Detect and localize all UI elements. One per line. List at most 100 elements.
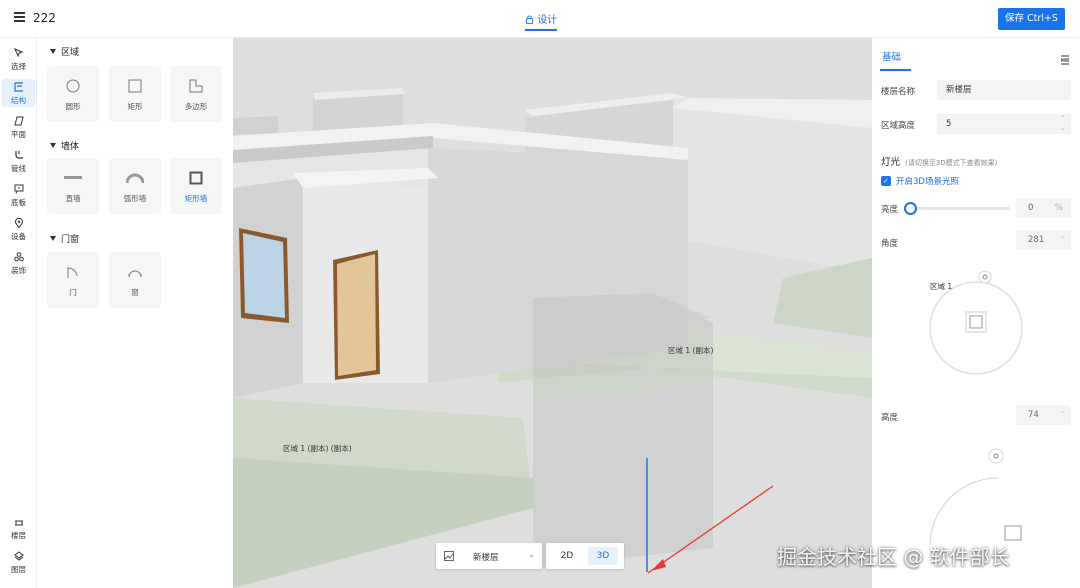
brightness-label: 亮度 bbox=[881, 205, 899, 215]
menu-icon[interactable] bbox=[14, 12, 26, 22]
component-rect-wall[interactable]: 矩形墙 bbox=[170, 158, 222, 214]
tool-device[interactable]: 设备 bbox=[2, 215, 35, 243]
straight-wall-icon bbox=[64, 176, 82, 179]
angle-label: 角度 bbox=[881, 239, 899, 249]
area-height-label: 区域高度 bbox=[881, 121, 916, 131]
circle-icon bbox=[66, 79, 80, 93]
section-area-title: 区域 bbox=[61, 48, 80, 58]
tool-plane-label: 平面 bbox=[11, 130, 26, 139]
brightness-slider-track[interactable] bbox=[910, 207, 1010, 210]
tool-floors[interactable]: 楼层 bbox=[2, 514, 35, 542]
tool-select[interactable]: 选择 bbox=[2, 45, 35, 73]
brightness-input[interactable]: 0 % bbox=[1016, 198, 1071, 218]
light-enable-checkbox[interactable]: ✓ bbox=[881, 176, 891, 186]
height-label: 高度 bbox=[881, 413, 899, 423]
tool-pipeline[interactable]: 管线 bbox=[2, 147, 35, 175]
rect-wall-icon bbox=[189, 171, 203, 185]
floor-select[interactable]: 新楼层 ⌄ bbox=[436, 543, 542, 569]
brightness-slider-handle[interactable] bbox=[904, 202, 917, 215]
height-value: 74 bbox=[1028, 410, 1039, 420]
stepper-arrows-icon[interactable]: ⌃ ⌄ bbox=[1060, 114, 1065, 134]
angle-dial-area-label: 区域 1 bbox=[930, 282, 953, 291]
component-straight-wall[interactable]: 直墙 bbox=[47, 158, 99, 214]
tool-decoration[interactable]: 装饰 bbox=[2, 249, 35, 277]
component-polygon-label: 多边形 bbox=[184, 102, 208, 111]
component-arc-wall-label: 弧形墙 bbox=[123, 194, 147, 203]
floor-image-icon bbox=[444, 551, 454, 564]
collapse-triangle-icon bbox=[50, 236, 56, 241]
tab-design[interactable]: 设计 bbox=[525, 11, 558, 31]
area-height-input[interactable]: 5 ⌃ ⌄ bbox=[937, 114, 1071, 134]
component-straight-wall-label: 直墙 bbox=[65, 194, 81, 203]
component-rectangle-label: 矩形 bbox=[127, 102, 143, 111]
window-icon bbox=[128, 270, 142, 278]
tool-rail: 选择 结构 平面 管线 底板 设备 装饰 楼层 图层 bbox=[0, 38, 37, 588]
tab-design-label: 设计 bbox=[537, 15, 558, 26]
brightness-value: 0 bbox=[1028, 203, 1034, 213]
tool-floors-label: 楼层 bbox=[11, 531, 26, 540]
decoration-icon bbox=[2, 252, 35, 265]
component-circle-label: 圆形 bbox=[65, 102, 81, 111]
tool-baseboard-label: 底板 bbox=[11, 198, 26, 207]
tool-baseboard[interactable]: 底板 bbox=[2, 181, 35, 209]
plane-icon bbox=[2, 116, 35, 129]
floor-name-input[interactable]: 新楼层 bbox=[937, 80, 1071, 100]
pipeline-icon bbox=[2, 150, 35, 163]
tool-structure-label: 结构 bbox=[11, 96, 26, 105]
angle-dial[interactable] bbox=[872, 266, 1080, 406]
rectangle-icon bbox=[128, 79, 142, 93]
component-rectangle[interactable]: 矩形 bbox=[109, 66, 161, 122]
stepper-icon: ⌃ bbox=[1059, 411, 1065, 418]
area-height-value: 5 bbox=[946, 119, 952, 129]
tool-decoration-label: 装饰 bbox=[11, 266, 26, 275]
tool-layers[interactable]: 图层 bbox=[2, 548, 35, 576]
properties-panel: 基础 楼层名称 新楼层 区域高度 5 ⌃ ⌄ 灯光 (请切换至3D模式下查看效果)… bbox=[872, 38, 1080, 588]
layers-icon bbox=[2, 551, 35, 564]
component-window[interactable]: 窗 bbox=[109, 252, 161, 308]
tool-plane[interactable]: 平面 bbox=[2, 113, 35, 141]
arc-wall-icon bbox=[126, 173, 144, 184]
section-door-window-header[interactable]: 门窗 bbox=[50, 232, 79, 245]
component-circle[interactable]: 圆形 bbox=[47, 66, 99, 122]
area-label-copy-copy: 区域 1 (副本) (副本) bbox=[283, 444, 352, 453]
location-pin-icon bbox=[2, 217, 35, 231]
component-arc-wall[interactable]: 弧形墙 bbox=[109, 158, 161, 214]
component-rect-wall-label: 矩形墙 bbox=[184, 194, 208, 203]
section-wall-header[interactable]: 墙体 bbox=[50, 139, 79, 152]
section-wall-title: 墙体 bbox=[61, 142, 80, 152]
tool-layers-label: 图层 bbox=[11, 565, 26, 574]
section-area-header[interactable]: 区域 bbox=[50, 45, 79, 58]
3d-viewport[interactable]: 区域 1 (副本) 区域 1 (副本) (副本) 新楼层 ⌄ 2D 3D bbox=[233, 38, 872, 588]
watermark: 掘金技术社区 @ 软件部长 bbox=[777, 545, 1010, 569]
component-panel: 区域 圆形 矩形 多边形 墙体 直墙 弧形墙 矩形墙 门窗 门 窗 bbox=[37, 38, 233, 588]
angle-input[interactable]: 281 ⌃ bbox=[1016, 230, 1071, 250]
chevron-down-icon: ⌄ bbox=[528, 550, 535, 559]
height-input[interactable]: 74 ⌃ bbox=[1016, 405, 1071, 425]
cursor-icon bbox=[2, 48, 35, 61]
door-icon bbox=[67, 267, 78, 278]
tool-structure[interactable]: 结构 bbox=[2, 79, 35, 107]
component-polygon[interactable]: 多边形 bbox=[170, 66, 222, 122]
area-label-copy: 区域 1 (副本) bbox=[668, 346, 714, 355]
floor-name-label: 楼层名称 bbox=[881, 87, 916, 97]
structure-icon bbox=[2, 82, 35, 95]
collapse-triangle-icon bbox=[50, 49, 56, 54]
tab-basic[interactable]: 基础 bbox=[879, 49, 912, 71]
polygon-icon bbox=[189, 79, 203, 93]
component-door[interactable]: 门 bbox=[47, 252, 99, 308]
save-button[interactable]: 保存 Ctrl+S bbox=[998, 8, 1065, 30]
project-title: 222 bbox=[33, 11, 56, 25]
section-door-window-title: 门窗 bbox=[61, 235, 80, 245]
mode-3d-button[interactable]: 3D bbox=[588, 547, 618, 565]
baseboard-icon bbox=[2, 184, 35, 197]
lock-icon bbox=[525, 15, 537, 26]
collapse-triangle-icon bbox=[50, 143, 56, 148]
light-hint: (请切换至3D模式下查看效果) bbox=[905, 159, 998, 167]
floors-icon bbox=[2, 517, 35, 530]
tool-select-label: 选择 bbox=[11, 62, 26, 71]
scene-render bbox=[233, 38, 872, 588]
collapse-panel-icon[interactable] bbox=[1060, 50, 1070, 69]
view-mode-toggle: 2D 3D bbox=[546, 543, 624, 569]
tool-pipeline-label: 管线 bbox=[11, 164, 26, 173]
mode-2d-button[interactable]: 2D bbox=[552, 547, 582, 565]
